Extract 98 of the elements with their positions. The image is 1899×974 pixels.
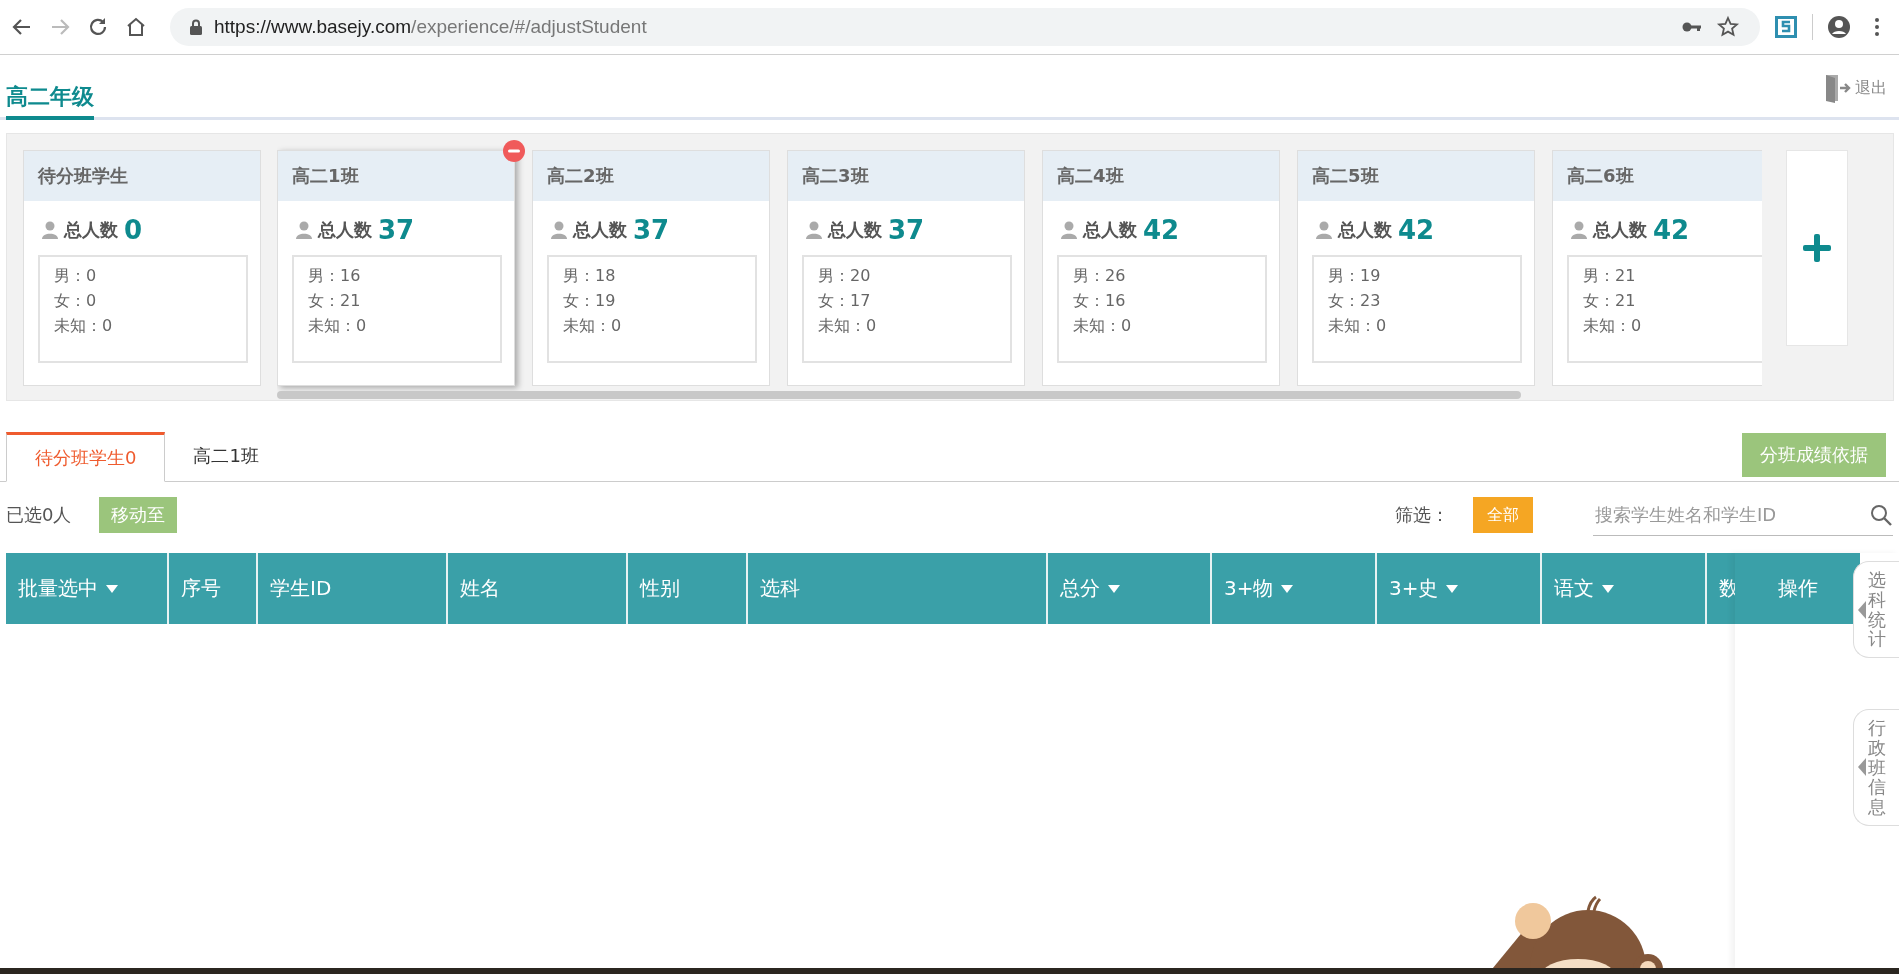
total-count: 37 <box>888 215 925 245</box>
gender-stat: 女：16 <box>1073 290 1127 312</box>
column-header: 学生ID <box>258 553 448 624</box>
total-label: 总人数 <box>318 218 372 242</box>
search-icon[interactable] <box>1869 502 1893 527</box>
gender-stat: 未知：0 <box>1073 315 1133 337</box>
gender-stat: 男：18 <box>563 265 617 287</box>
class-card[interactable]: 高二3班 总人数 37 男：20 女：17 未知：0 <box>787 150 1025 386</box>
gender-stat: 女：19 <box>563 290 617 312</box>
gender-stat: 未知：0 <box>54 315 114 337</box>
person-icon <box>551 221 567 239</box>
caret-icon <box>1858 758 1866 777</box>
total-count: 42 <box>1398 215 1435 245</box>
person-icon <box>42 221 58 239</box>
person-icon <box>296 221 312 239</box>
total-count: 0 <box>124 215 143 245</box>
caret-icon <box>1858 600 1866 619</box>
class-card[interactable]: 待分班学生 总人数 0 男：0 女：0 未知：0 <box>23 150 261 386</box>
gender-stat: 女：21 <box>308 290 362 312</box>
column-header: 性别 <box>628 553 748 624</box>
total-count: 42 <box>1653 215 1690 245</box>
class-name: 高二6班 <box>1567 164 1634 188</box>
class-name: 高二1班 <box>292 164 359 188</box>
class-card[interactable]: 高二2班 总人数 37 男：18 女：19 未知：0 <box>532 150 770 386</box>
scrollbar[interactable] <box>277 391 1521 399</box>
star-icon[interactable] <box>1716 15 1740 39</box>
column-header: 姓名 <box>448 553 628 624</box>
filter-chip[interactable]: 全部 <box>1473 497 1533 533</box>
class-name: 待分班学生 <box>38 164 128 188</box>
total-count: 37 <box>633 215 670 245</box>
account-icon[interactable] <box>1827 15 1851 39</box>
total-count: 37 <box>378 215 415 245</box>
gender-stat: 女：0 <box>54 290 98 312</box>
caret-icon <box>1281 584 1294 593</box>
gender-stat: 未知：0 <box>1328 315 1388 337</box>
lock-icon <box>190 19 202 35</box>
person-icon <box>1571 221 1587 239</box>
gender-stat: 女：17 <box>818 290 872 312</box>
column-header: 操作 <box>1735 553 1860 624</box>
class-card[interactable]: 高二6班 总人数 42 男：21 女：21 未知：0 <box>1552 150 1762 386</box>
caret-icon <box>1108 584 1120 593</box>
add-class-button[interactable] <box>1786 150 1848 346</box>
caret-icon <box>1602 584 1614 593</box>
url-text: https://www.basejy.com/experience/#/adjustStudent <box>214 16 647 38</box>
total-label: 总人数 <box>828 218 882 242</box>
class-name: 高二2班 <box>547 164 614 188</box>
gender-stat: 男：0 <box>54 265 98 287</box>
tab[interactable]: 待分班学生0 <box>6 432 166 482</box>
total-label: 总人数 <box>1338 218 1392 242</box>
gender-stat: 男：20 <box>818 265 872 287</box>
score-basis-button[interactable]: 分班成绩依据 <box>1742 433 1886 477</box>
column-header[interactable]: 3+物 <box>1212 553 1377 624</box>
gender-stat: 男：26 <box>1073 265 1127 287</box>
caret-icon <box>106 584 118 593</box>
gender-stat: 女：23 <box>1328 290 1382 312</box>
tab[interactable]: 高二1班 <box>165 431 287 481</box>
total-count: 42 <box>1143 215 1180 245</box>
column-header[interactable]: 3+史 <box>1377 553 1542 624</box>
exit-door-icon <box>1825 73 1851 103</box>
class-name: 高二4班 <box>1057 164 1124 188</box>
grade-title[interactable]: 高二年级 <box>6 82 94 120</box>
side-tab[interactable]: 选科统计 <box>1853 561 1899 659</box>
extension-icon[interactable] <box>1774 15 1798 39</box>
column-header[interactable]: 批量选中 <box>6 553 169 624</box>
filter-label: 筛选： <box>1395 503 1449 527</box>
gender-stat: 男：16 <box>308 265 362 287</box>
total-label: 总人数 <box>64 218 118 242</box>
person-icon <box>1316 221 1332 239</box>
total-label: 总人数 <box>1593 218 1647 242</box>
plus-icon <box>1803 234 1831 262</box>
gender-stat: 女：21 <box>1583 290 1637 312</box>
gender-stat: 未知：0 <box>308 315 368 337</box>
search-field[interactable]: 搜索学生姓名和学生ID <box>1593 503 1869 526</box>
logout-button[interactable]: 退出 <box>1819 72 1893 117</box>
total-label: 总人数 <box>573 218 627 242</box>
gender-stat: 男：21 <box>1583 265 1637 287</box>
selected-count: 已选0人 <box>6 503 72 527</box>
remove-icon[interactable] <box>503 140 525 162</box>
class-name: 高二3班 <box>802 164 869 188</box>
gender-stat: 未知：0 <box>1583 315 1643 337</box>
total-label: 总人数 <box>1083 218 1137 242</box>
gender-stat: 男：19 <box>1328 265 1382 287</box>
class-card[interactable]: 高二1班 总人数 37 男：16 女：21 未知：0 <box>277 150 515 386</box>
column-header[interactable]: 总分 <box>1048 553 1212 624</box>
gender-stat: 未知：0 <box>563 315 623 337</box>
gender-stat: 未知：0 <box>818 315 878 337</box>
class-card[interactable]: 高二5班 总人数 42 男：19 女：23 未知：0 <box>1297 150 1535 386</box>
class-name: 高二5班 <box>1312 164 1379 188</box>
side-tab[interactable]: 行政班信息 <box>1853 709 1899 826</box>
column-header: 序号 <box>169 553 258 624</box>
caret-icon <box>1446 584 1459 593</box>
person-icon <box>806 221 822 239</box>
move-button[interactable]: 移动至 <box>99 497 178 533</box>
column-header[interactable]: 语文 <box>1542 553 1707 624</box>
column-header: 选科 <box>748 553 1048 624</box>
class-card[interactable]: 高二4班 总人数 42 男：26 女：16 未知：0 <box>1042 150 1280 386</box>
address-bar[interactable]: https://www.basejy.com/experience/#/adjustStudent <box>170 8 1760 46</box>
person-icon <box>1061 221 1077 239</box>
